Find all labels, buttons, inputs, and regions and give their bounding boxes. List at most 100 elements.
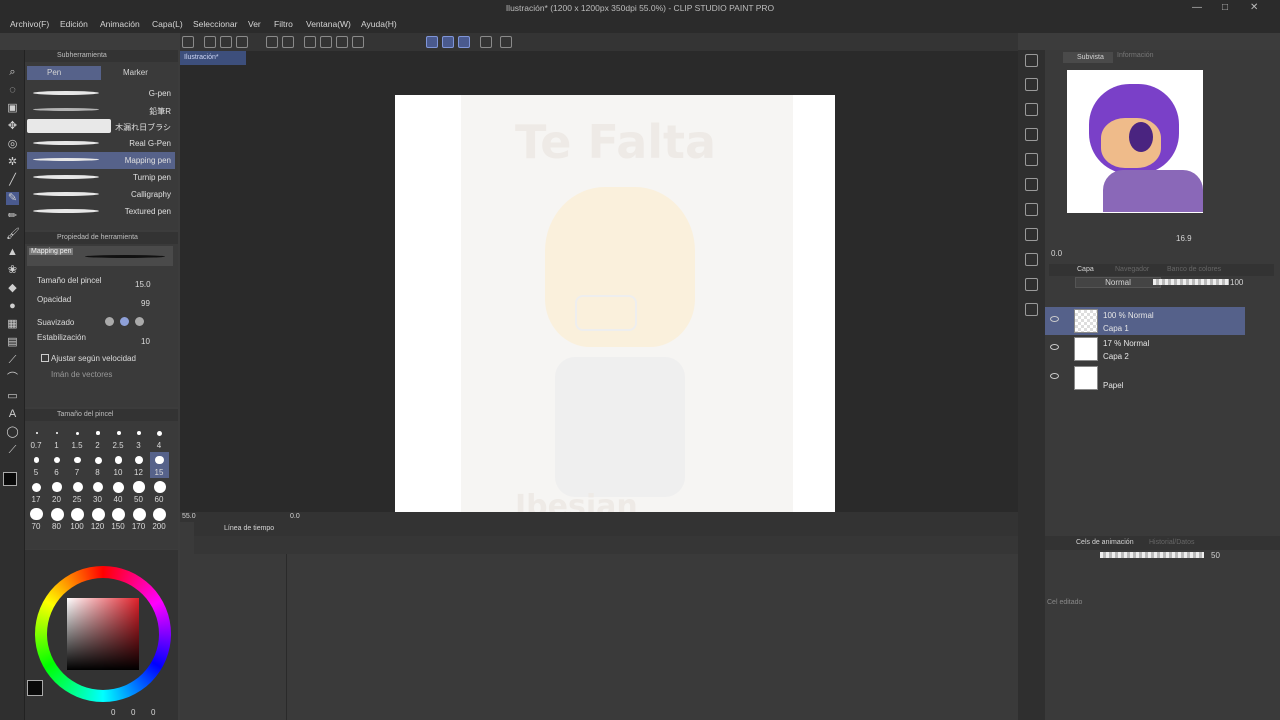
close-button[interactable]: ✕: [1250, 2, 1258, 13]
document-tab[interactable]: Ilustración*: [180, 51, 246, 65]
eraser-tool-icon[interactable]: ◆: [6, 282, 19, 295]
layer-row-papel[interactable]: Papel: [1045, 364, 1245, 392]
brush-item-mapping-pen[interactable]: Mapping pen: [27, 152, 175, 169]
settings-icon[interactable]: [500, 36, 512, 48]
brush-size-option[interactable]: 7: [68, 452, 87, 478]
current-color-swatch[interactable]: [27, 680, 43, 696]
balloon-tool-icon[interactable]: ◯: [6, 426, 19, 439]
snap-grid-icon[interactable]: [458, 36, 470, 48]
zoom-readout[interactable]: 55.0: [182, 513, 196, 520]
layer-move-tool-icon[interactable]: ▣: [6, 102, 19, 115]
menu-capa[interactable]: Capa(L): [152, 19, 183, 29]
brush-size-option[interactable]: 4: [150, 425, 169, 451]
eyedropper-tool-icon[interactable]: ╱: [6, 174, 19, 187]
brush-size-option[interactable]: 6: [48, 452, 67, 478]
text-tool-icon[interactable]: A: [6, 408, 19, 421]
menu-archivo[interactable]: Archivo(F): [10, 19, 49, 29]
maximize-button[interactable]: □: [1222, 2, 1228, 13]
subview-zoom-value[interactable]: 16.9: [1176, 234, 1192, 243]
brush-size-option[interactable]: 2: [89, 425, 108, 451]
open-file-icon[interactable]: [220, 36, 232, 48]
visibility-eye-icon[interactable]: [1050, 373, 1059, 379]
snap-special-ruler-icon[interactable]: [442, 36, 454, 48]
pen-tool-icon[interactable]: ✎: [6, 192, 19, 205]
brush-size-option[interactable]: 100: [68, 506, 87, 532]
blend-mode-select[interactable]: Normal: [1075, 277, 1161, 288]
menu-ayuda[interactable]: Ayuda(H): [361, 19, 397, 29]
onion-opacity-slider[interactable]: [1100, 552, 1204, 558]
brush-size-option[interactable]: 170: [130, 506, 149, 532]
smoothing-option-2[interactable]: [120, 317, 129, 326]
tab-marker[interactable]: Marker: [103, 66, 175, 80]
brush-size-option[interactable]: 0.7: [27, 425, 46, 451]
device-icon[interactable]: [480, 36, 492, 48]
material-4-icon[interactable]: [1025, 153, 1038, 166]
main-color-swatch[interactable]: [3, 472, 17, 486]
menu-filtro[interactable]: Filtro: [274, 19, 293, 29]
brush-size-option[interactable]: 200: [150, 506, 169, 532]
menu-animacion[interactable]: Animación: [100, 19, 140, 29]
blend-tool-icon[interactable]: ●: [6, 300, 19, 313]
material-3-icon[interactable]: [1025, 128, 1038, 141]
tab-information[interactable]: Información: [1117, 52, 1154, 59]
tab-history[interactable]: Historial/Datos: [1149, 539, 1195, 546]
visibility-eye-icon[interactable]: [1050, 316, 1059, 322]
minimize-button[interactable]: —: [1192, 2, 1202, 13]
brush-size-option[interactable]: 10: [109, 452, 128, 478]
brush-size-option[interactable]: 25: [68, 479, 87, 505]
material-6-icon[interactable]: [1025, 203, 1038, 216]
tab-layer[interactable]: Capa: [1077, 266, 1094, 273]
brush-item-turnip-pen[interactable]: Turnip pen: [27, 169, 175, 186]
tab-navigator[interactable]: Navegador: [1115, 266, 1149, 273]
layer-opacity-slider[interactable]: [1153, 279, 1229, 285]
brush-size-option[interactable]: 15: [150, 452, 169, 478]
figure-tool-icon[interactable]: ⟋: [6, 354, 19, 367]
brush-size-option[interactable]: 60: [150, 479, 169, 505]
subview-reference-image[interactable]: [1067, 70, 1203, 213]
material-5-icon[interactable]: [1025, 178, 1038, 191]
redo-icon[interactable]: [282, 36, 294, 48]
menu-seleccionar[interactable]: Seleccionar: [193, 19, 237, 29]
brush-size-option[interactable]: 1: [48, 425, 67, 451]
ruler-tool-icon[interactable]: ▭: [6, 390, 19, 403]
navigator-icon[interactable]: [182, 36, 194, 48]
material-8-icon[interactable]: [1025, 253, 1038, 266]
brush-size-value[interactable]: 15.0: [135, 280, 151, 289]
material-2-icon[interactable]: [1025, 103, 1038, 116]
menu-edicion[interactable]: Edición: [60, 19, 88, 29]
onion-opacity-value[interactable]: 50: [1211, 551, 1220, 560]
material-9-icon[interactable]: [1025, 278, 1038, 291]
stabilization-value[interactable]: 10: [141, 337, 150, 346]
tab-subview[interactable]: Subvista: [1063, 52, 1113, 63]
layer-row-capa-2[interactable]: 17 % Normal Capa 2: [1045, 335, 1245, 363]
saturation-value-square[interactable]: [67, 598, 139, 670]
brush-size-option[interactable]: 20: [48, 479, 67, 505]
correct-line-tool-icon[interactable]: ⟋: [6, 444, 19, 457]
menu-ver[interactable]: Ver: [248, 19, 261, 29]
brush-size-option[interactable]: 2.5: [109, 425, 128, 451]
gradient-tool-icon[interactable]: ▤: [6, 336, 19, 349]
decoration-tool-icon[interactable]: ❀: [6, 264, 19, 277]
brush-size-option[interactable]: 50: [130, 479, 149, 505]
layer-row-capa-1[interactable]: 100 % Normal Capa 1: [1045, 307, 1245, 335]
material-7-icon[interactable]: [1025, 228, 1038, 241]
search-icon[interactable]: [1025, 54, 1038, 67]
save-icon[interactable]: [236, 36, 248, 48]
undo-icon[interactable]: [266, 36, 278, 48]
brush-item-komorebi[interactable]: 木漏れ日ブラシ: [27, 118, 175, 135]
brush-tool-icon[interactable]: 🖌: [6, 228, 20, 241]
brush-size-option[interactable]: 3: [130, 425, 149, 451]
subview-rotation-value[interactable]: 0.0: [1051, 249, 1062, 258]
brush-item-textured-pen[interactable]: Textured pen: [27, 203, 175, 220]
cut-icon[interactable]: [320, 36, 332, 48]
layer-opacity-value[interactable]: 100: [1230, 278, 1243, 287]
brush-item-real-g-pen[interactable]: Real G-Pen: [27, 135, 175, 152]
brush-size-option[interactable]: 70: [27, 506, 46, 532]
brush-item-calligraphy[interactable]: Calligraphy: [27, 186, 175, 203]
lasso-tool-icon[interactable]: ◎: [6, 138, 19, 151]
smoothing-option-3[interactable]: [135, 317, 144, 326]
fill-tool-icon[interactable]: ▦: [6, 318, 19, 331]
speed-adjust-checkbox[interactable]: [41, 354, 49, 362]
brush-size-option[interactable]: 5: [27, 452, 46, 478]
new-file-icon[interactable]: [204, 36, 216, 48]
